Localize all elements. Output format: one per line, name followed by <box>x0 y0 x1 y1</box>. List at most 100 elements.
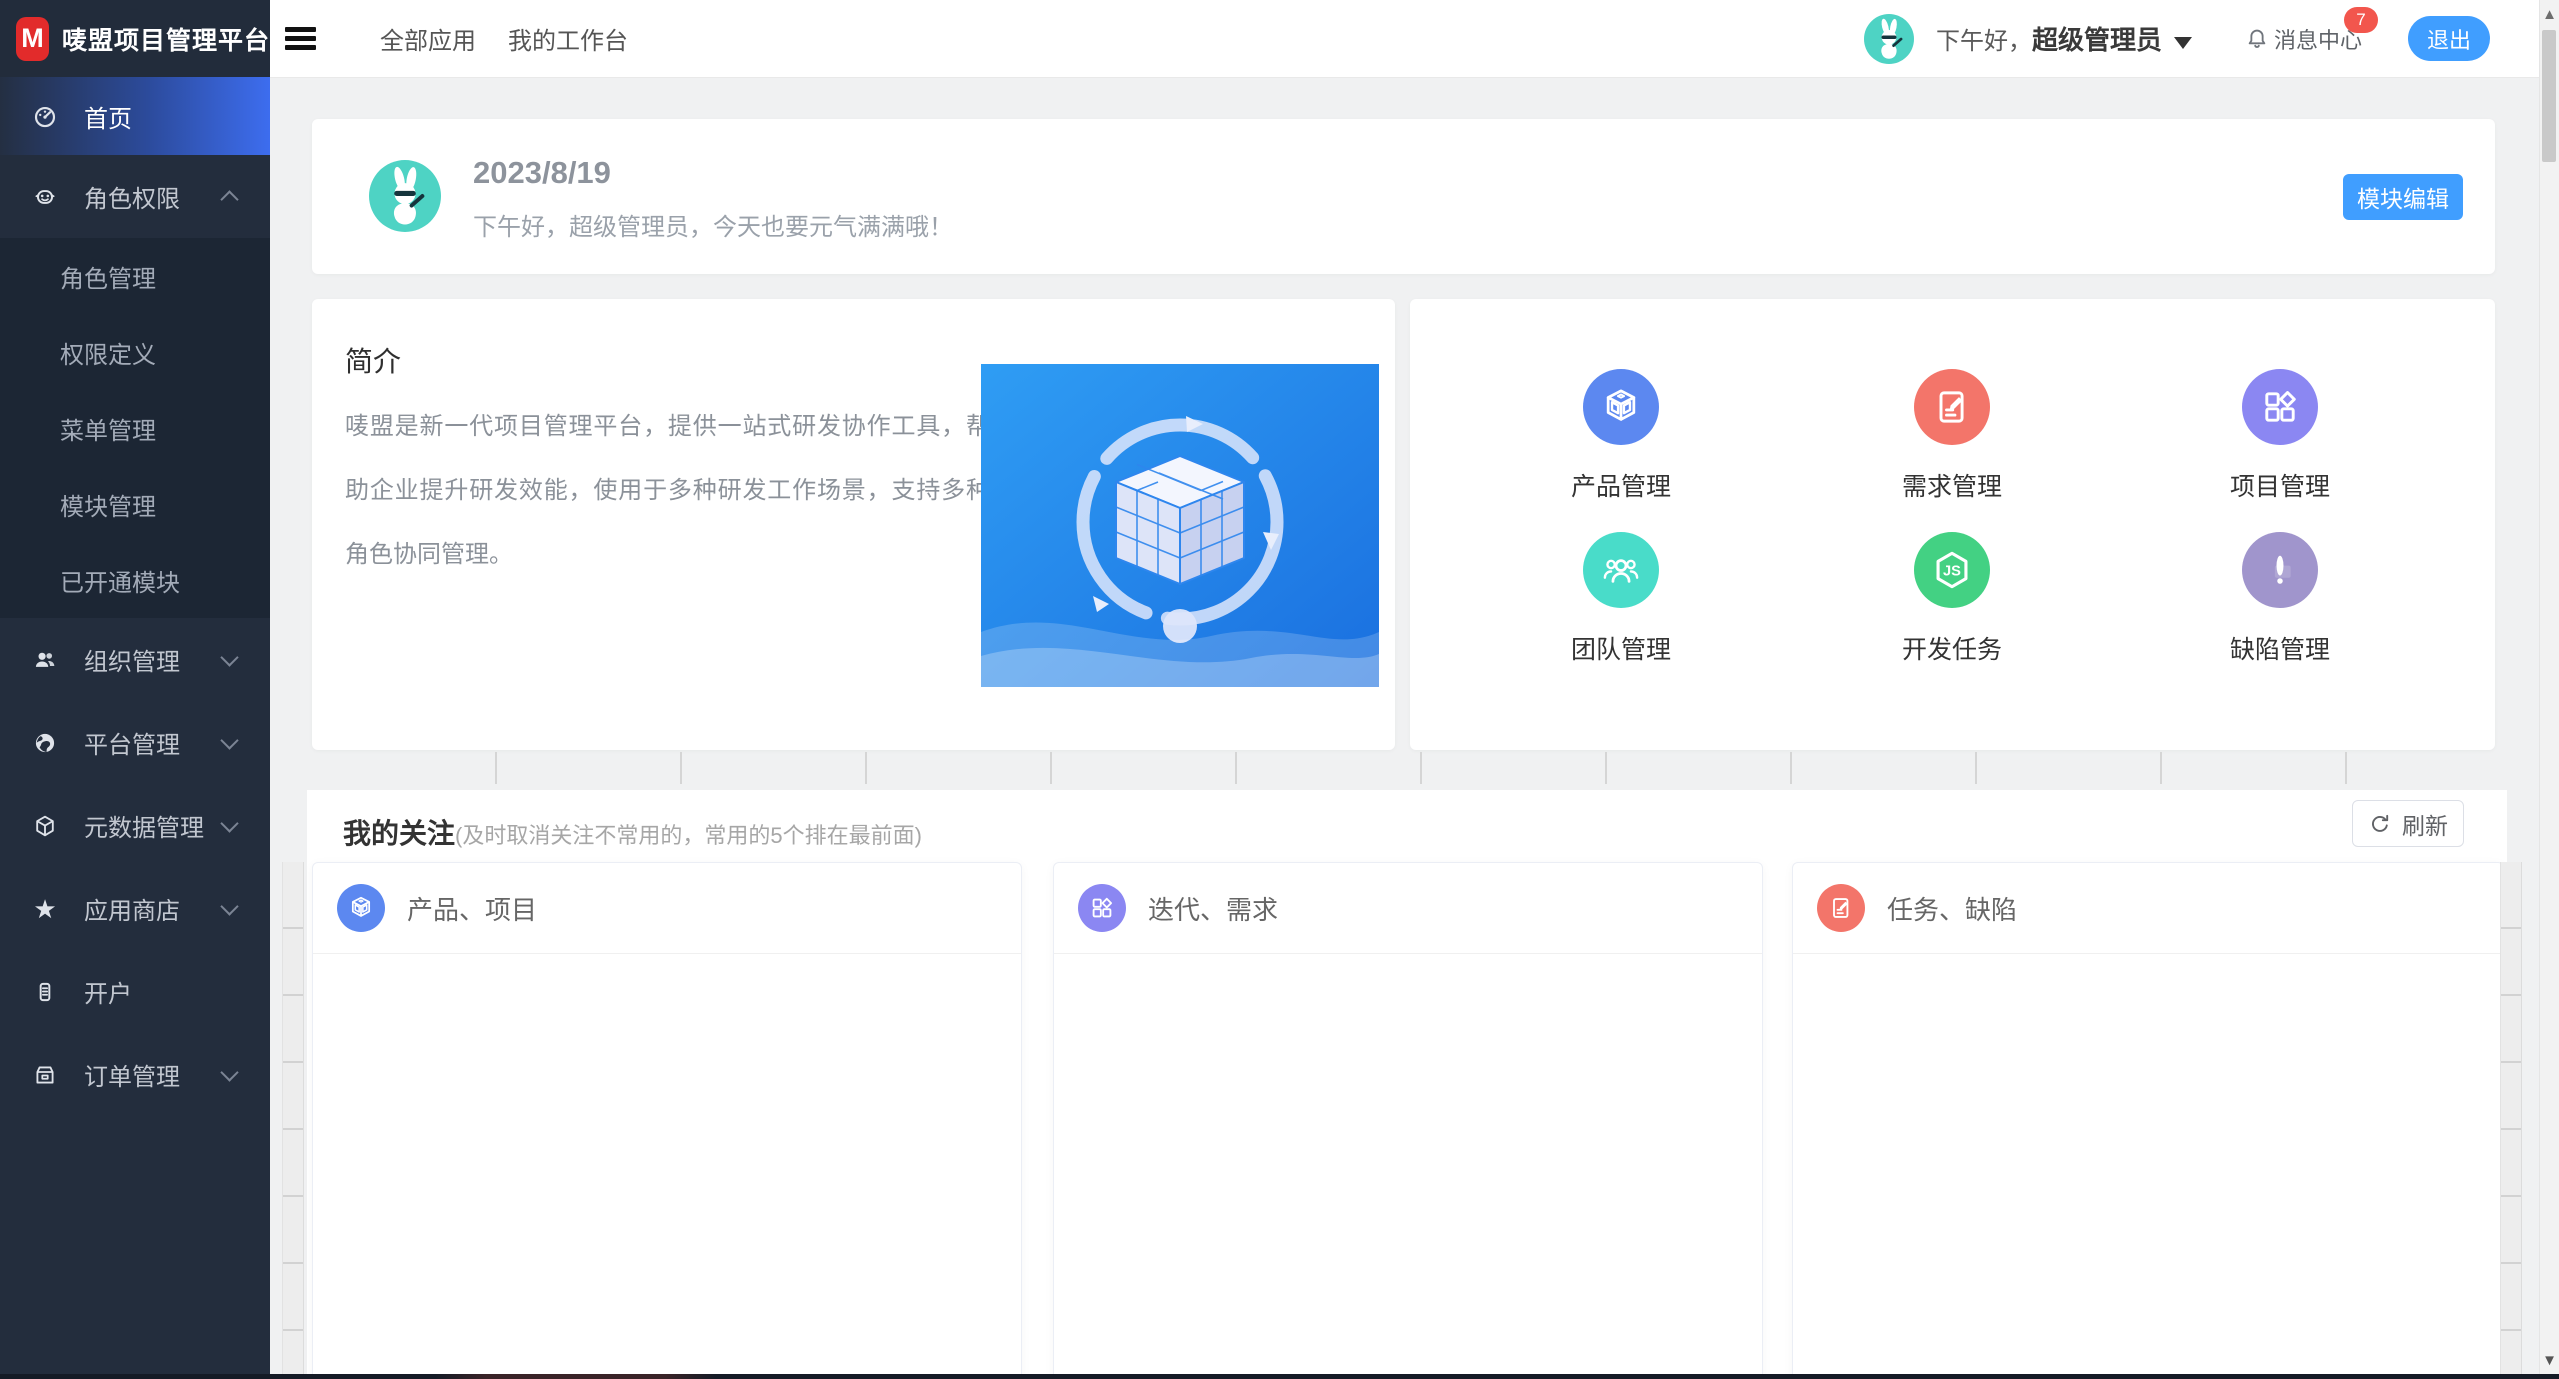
chevron-down-icon <box>220 731 238 749</box>
follow-card-circle <box>1078 884 1126 932</box>
platform-icon <box>32 730 58 756</box>
product-cube-icon <box>1599 385 1643 429</box>
module-circle <box>1914 369 1990 445</box>
message-count-badge: 7 <box>2344 7 2378 33</box>
dropdown-caret-icon <box>2174 37 2192 49</box>
follow-hint: (及时取消关注不常用的，常用的5个排在最前面) <box>455 823 922 848</box>
message-center-button[interactable]: 消息中心 7 <box>2244 23 2362 55</box>
module-circle <box>2242 532 2318 608</box>
sidebar-item-metadata[interactable]: 元数据管理 <box>0 784 270 867</box>
module-dev-task[interactable]: 开发任务 <box>1842 532 2062 666</box>
sidebar-item-organization[interactable]: 组织管理 <box>0 618 270 701</box>
grid-ruler-horizontal <box>312 752 2496 784</box>
account-open-icon <box>32 979 58 1005</box>
sidebar-item-app-store[interactable]: ★ 应用商店 <box>0 867 270 950</box>
follow-card-header[interactable]: 产品、项目 <box>313 863 1021 954</box>
tab-my-workbench[interactable]: 我的工作台 <box>508 0 628 77</box>
project-blocks-icon <box>2258 385 2302 429</box>
bell-icon <box>2244 26 2270 52</box>
sidebar: M 唛盟项目管理平台 首页 角色权限 角色管理 权限定义 菜单管理 模块管理 已… <box>0 0 270 1379</box>
chevron-down-icon <box>220 897 238 915</box>
welcome-card: 2023/8/19 下午好，超级管理员，今天也要元气满满哦！ 模块编辑 <box>312 119 2495 274</box>
sidebar-item-orders[interactable]: 订单管理 <box>0 1033 270 1116</box>
refresh-icon <box>2368 812 2392 836</box>
scroll-down-icon[interactable]: ▼ <box>2540 1352 2559 1369</box>
username: 超级管理员 <box>2032 25 2162 55</box>
intro-card: 简介 唛盟是新一代项目管理平台，提供一站式研发协作工具，帮助企业提升研发效能，使… <box>312 299 1395 750</box>
sidebar-item-account-open[interactable]: 开户 <box>0 950 270 1033</box>
user-greeting[interactable]: 下午好，超级管理员 <box>1936 20 2192 57</box>
project-blocks-icon <box>1088 894 1116 922</box>
team-people-icon <box>1599 548 1643 592</box>
tab-all-apps[interactable]: 全部应用 <box>380 0 476 77</box>
metadata-icon <box>32 813 58 839</box>
chevron-down-icon <box>220 1063 238 1081</box>
sidebar-item-home[interactable]: 首页 <box>0 77 270 155</box>
grid-ruler-right <box>2500 862 2522 1374</box>
logout-button[interactable]: 退出 <box>2408 16 2490 61</box>
follow-card-header[interactable]: 迭代、需求 <box>1054 863 1762 954</box>
user-avatar[interactable] <box>1864 14 1914 64</box>
sidebar-subitem-opened-modules[interactable]: 已开通模块 <box>0 542 270 618</box>
module-circle <box>2242 369 2318 445</box>
hamburger-menu-icon[interactable] <box>285 27 316 50</box>
chevron-up-icon <box>220 190 238 208</box>
requirement-doc-icon <box>1827 894 1855 922</box>
follow-title-row: 我的关注(及时取消关注不常用的，常用的5个排在最前面) <box>343 812 922 852</box>
module-project[interactable]: 项目管理 <box>2170 369 2390 503</box>
logo-mark-icon: M <box>16 17 49 61</box>
header-right-cluster: 下午好，超级管理员 消息中心 7 退出 <box>1864 0 2490 77</box>
app-store-icon: ★ <box>32 896 58 922</box>
welcome-date: 2023/8/19 <box>473 155 953 191</box>
follow-title: 我的关注 <box>343 818 455 849</box>
sidebar-item-role-permission[interactable]: 角色权限 <box>0 155 270 238</box>
scroll-up-icon[interactable]: ▲ <box>2540 6 2559 23</box>
sidebar-nav: 首页 角色权限 角色管理 权限定义 菜单管理 模块管理 已开通模块 组织管理 <box>0 77 270 1116</box>
role-permission-submenu: 角色管理 权限定义 菜单管理 模块管理 已开通模块 <box>0 238 270 618</box>
my-follow-panel: 我的关注(及时取消关注不常用的，常用的5个排在最前面) 刷新 产品、项目 迭代、… <box>307 790 2507 1374</box>
sidebar-subitem-permission-definition[interactable]: 权限定义 <box>0 314 270 390</box>
grid-ruler-left <box>282 862 304 1374</box>
follow-card-header[interactable]: 任务、缺陷 <box>1793 863 2503 954</box>
chevron-down-icon <box>220 648 238 666</box>
sidebar-subitem-module-management[interactable]: 模块管理 <box>0 466 270 542</box>
dev-task-js-icon <box>1930 548 1974 592</box>
chevron-down-icon <box>220 814 238 832</box>
product-cube-icon <box>347 894 375 922</box>
intro-paragraph: 唛盟是新一代项目管理平台，提供一站式研发协作工具，帮助企业提升研发效能，使用于多… <box>345 395 990 587</box>
rabbit-avatar-icon <box>1864 14 1914 64</box>
follow-card-circle <box>1817 884 1865 932</box>
follow-card-iteration-requirement: 迭代、需求 <box>1053 862 1763 1379</box>
module-edit-button[interactable]: 模块编辑 <box>2343 174 2463 220</box>
order-icon <box>32 1062 58 1088</box>
module-team[interactable]: 团队管理 <box>1511 532 1731 666</box>
sidebar-subitem-role-management[interactable]: 角色管理 <box>0 238 270 314</box>
follow-card-task-defect: 任务、缺陷 <box>1792 862 2504 1379</box>
follow-card-product-project: 产品、项目 <box>312 862 1022 1379</box>
top-bar: 全部应用 我的工作台 下午好，超级管理员 消息中心 7 退出 <box>270 0 2540 78</box>
welcome-avatar <box>369 160 441 232</box>
page-scrollbar[interactable]: ▲ ▼ <box>2539 0 2559 1379</box>
welcome-text: 2023/8/19 下午好，超级管理员，今天也要元气满满哦！ <box>473 155 953 242</box>
role-icon <box>32 184 58 210</box>
module-circle <box>1583 369 1659 445</box>
sidebar-subitem-menu-management[interactable]: 菜单管理 <box>0 390 270 466</box>
module-product[interactable]: 产品管理 <box>1511 369 1731 503</box>
intro-title: 简介 <box>345 340 401 380</box>
window-bottom-edge <box>0 1374 2559 1379</box>
module-circle <box>1914 532 1990 608</box>
refresh-button[interactable]: 刷新 <box>2352 800 2464 847</box>
scrollbar-thumb[interactable] <box>2542 30 2556 162</box>
app-title: 唛盟项目管理平台 <box>62 21 270 57</box>
intro-illustration <box>981 364 1379 692</box>
rabbit-avatar-icon <box>369 160 441 232</box>
follow-card-circle <box>337 884 385 932</box>
app-logo: M 唛盟项目管理平台 <box>0 0 270 77</box>
module-circle <box>1583 532 1659 608</box>
module-requirement[interactable]: 需求管理 <box>1842 369 2062 503</box>
defect-exclamation-icon <box>2258 548 2302 592</box>
sidebar-item-platform[interactable]: 平台管理 <box>0 701 270 784</box>
module-defect[interactable]: 缺陷管理 <box>2170 532 2390 666</box>
requirement-doc-icon <box>1930 385 1974 429</box>
app-window: M 唛盟项目管理平台 首页 角色权限 角色管理 权限定义 菜单管理 模块管理 已… <box>0 0 2559 1379</box>
